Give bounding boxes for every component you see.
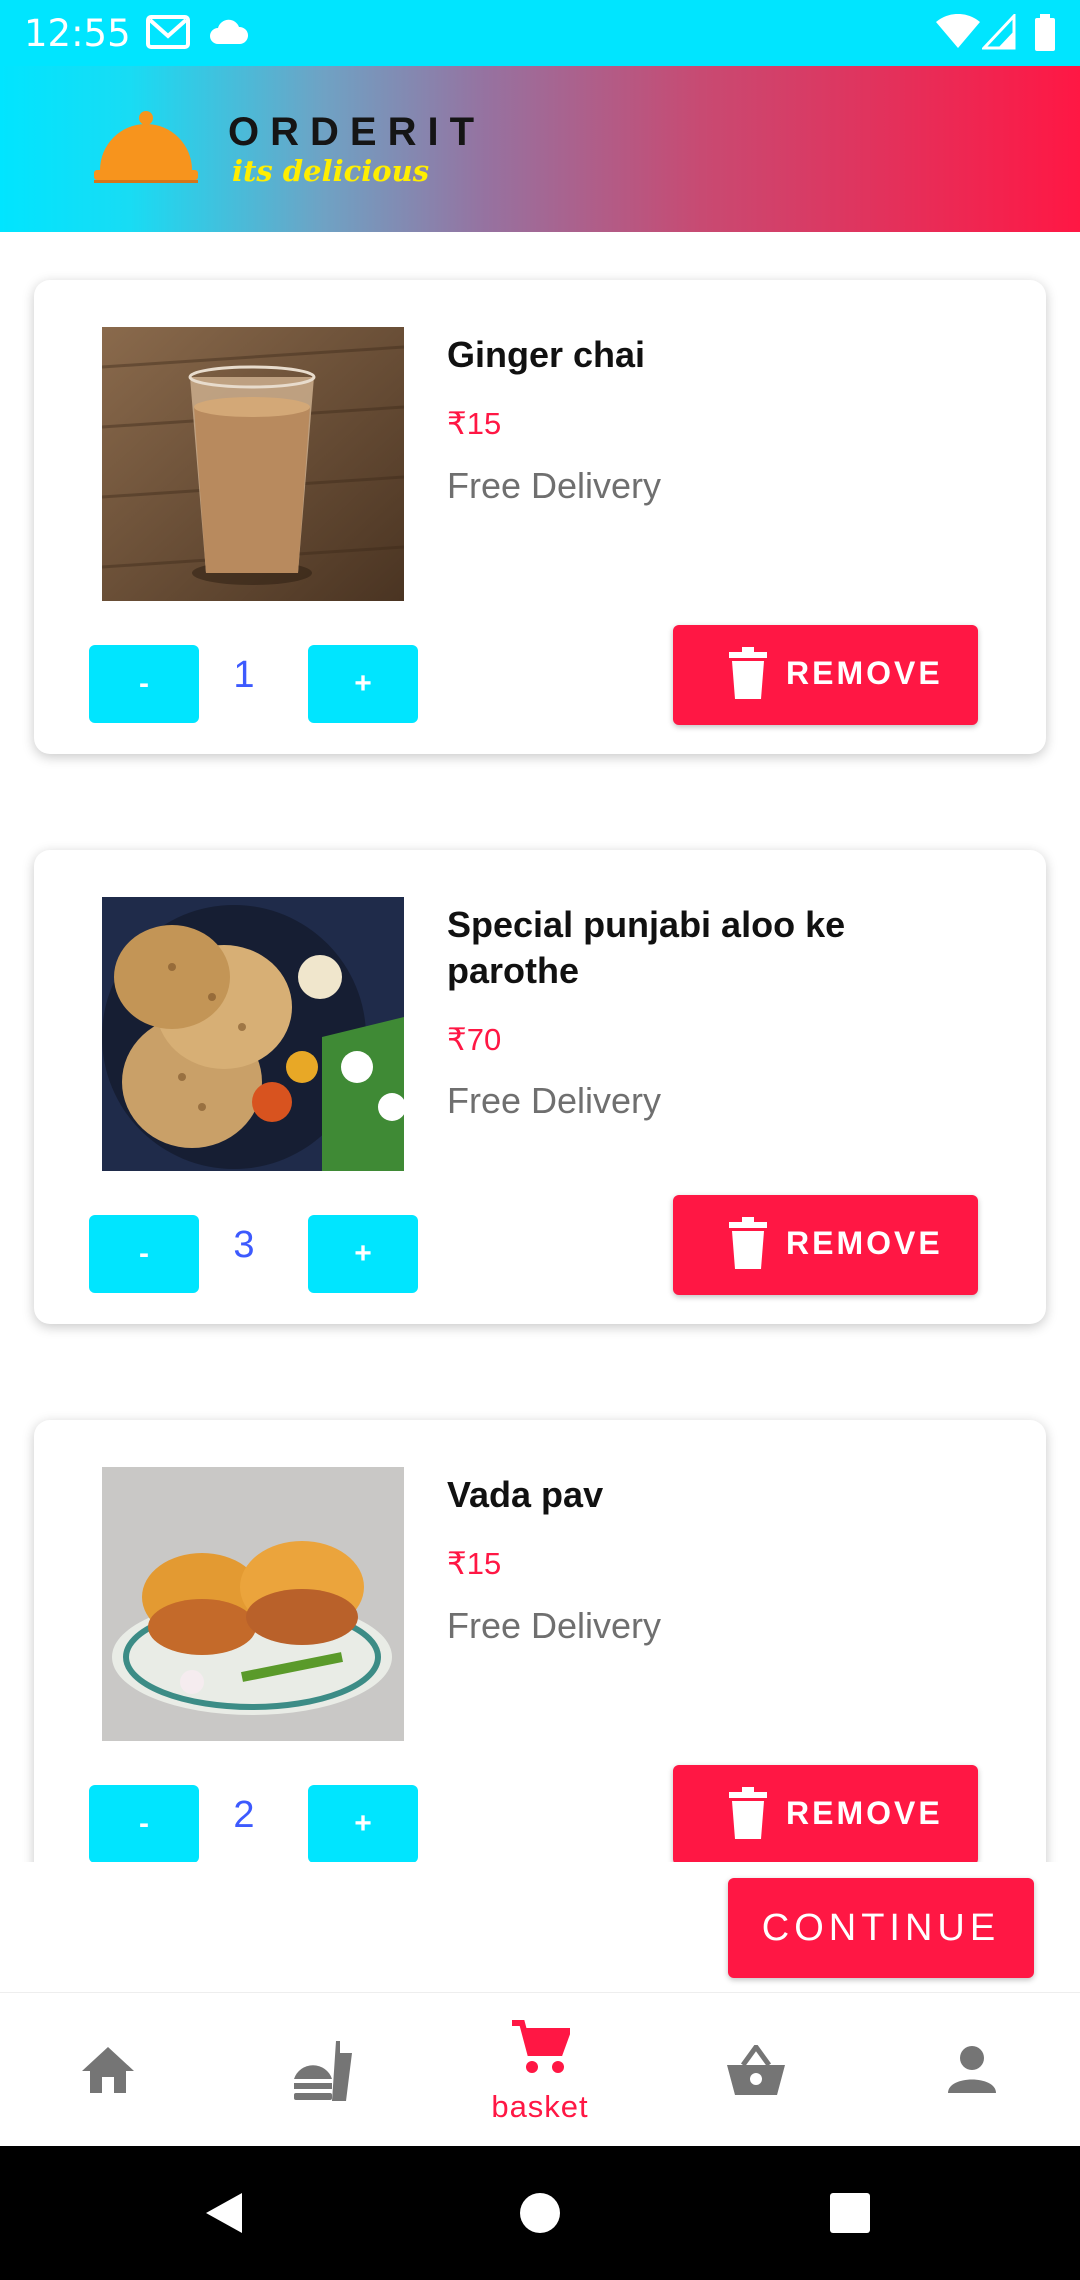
gmail-icon [146, 14, 190, 55]
decrease-quantity-button[interactable]: - [89, 1785, 199, 1863]
item-delivery: Free Delivery [447, 1605, 662, 1646]
system-nav-bar [0, 2146, 1080, 2280]
item-price: ₹15 [447, 406, 502, 441]
nav-basket-tab[interactable]: basket [432, 1993, 648, 2147]
cloche-icon [92, 110, 200, 191]
cloud-icon [208, 18, 249, 51]
item-name: Vada pav [447, 1474, 604, 1515]
cart-item-card: Special punjabi aloo ke parothe ₹70 Free… [34, 850, 1046, 1324]
bottom-nav: basket [0, 1992, 1080, 2147]
increase-quantity-button[interactable]: + [308, 1785, 418, 1863]
wifi-icon [936, 13, 980, 55]
trash-icon [729, 1217, 767, 1274]
remove-button[interactable]: REMOVE [673, 625, 978, 725]
item-price: ₹70 [447, 1022, 502, 1057]
quantity-value: 3 [233, 1224, 255, 1266]
nav-food[interactable] [216, 1993, 432, 2147]
nav-profile[interactable] [864, 1993, 1080, 2147]
quantity-value: 2 [233, 1794, 255, 1836]
decrease-quantity-button[interactable]: - [89, 645, 199, 723]
person-icon [948, 2046, 996, 2093]
remove-label: REMOVE [786, 1225, 943, 1261]
remove-label: REMOVE [786, 1795, 943, 1831]
remove-button[interactable]: REMOVE [673, 1765, 978, 1865]
continue-button[interactable]: CONTINUE [728, 1878, 1034, 1978]
item-price: ₹15 [447, 1546, 502, 1581]
recents-icon[interactable] [828, 2191, 872, 2235]
home-icon [82, 2047, 134, 2093]
quantity-value: 1 [233, 654, 255, 696]
increase-quantity-button[interactable]: + [308, 1215, 418, 1293]
nav-home[interactable] [0, 1993, 216, 2147]
basket-icon [727, 2045, 785, 2095]
brand-name: ORDERIT [228, 110, 485, 154]
cart-item-card: Vada pav ₹15 Free Delivery - 2 + REMOVE [34, 1420, 1046, 1894]
back-icon[interactable] [200, 2189, 248, 2237]
cart-icon [512, 2020, 570, 2073]
chai-photo [102, 327, 404, 601]
nav-basket-label: basket [491, 2089, 589, 2124]
paratha-photo [102, 897, 404, 1171]
app-header: ORDERIT its delicious [0, 66, 1080, 232]
home-circle-icon[interactable] [516, 2189, 564, 2237]
continue-bar: CONTINUE [0, 1862, 1080, 1992]
increase-quantity-button[interactable]: + [308, 645, 418, 723]
cell-signal-icon [980, 12, 1016, 55]
remove-label: REMOVE [786, 655, 943, 691]
item-delivery: Free Delivery [447, 465, 662, 506]
nav-orders[interactable] [648, 1993, 864, 2147]
remove-button[interactable]: REMOVE [673, 1195, 978, 1295]
decrease-quantity-button[interactable]: - [89, 1215, 199, 1293]
vada-pav-photo [102, 1467, 404, 1741]
food-icon [294, 2041, 352, 2101]
trash-icon [729, 1787, 767, 1844]
item-name: Special punjabi aloo ke parothe [447, 904, 846, 991]
status-time: 12:55 [24, 12, 131, 55]
trash-icon [729, 647, 767, 704]
item-name: Ginger chai [447, 334, 646, 375]
item-delivery: Free Delivery [447, 1080, 662, 1121]
brand-tagline: its delicious [232, 154, 430, 188]
battery-icon [1034, 14, 1056, 57]
cart-item-card: Ginger chai ₹15 Free Delivery - 1 + REMO… [34, 280, 1046, 754]
status-bar: 12:55 [0, 0, 1080, 66]
